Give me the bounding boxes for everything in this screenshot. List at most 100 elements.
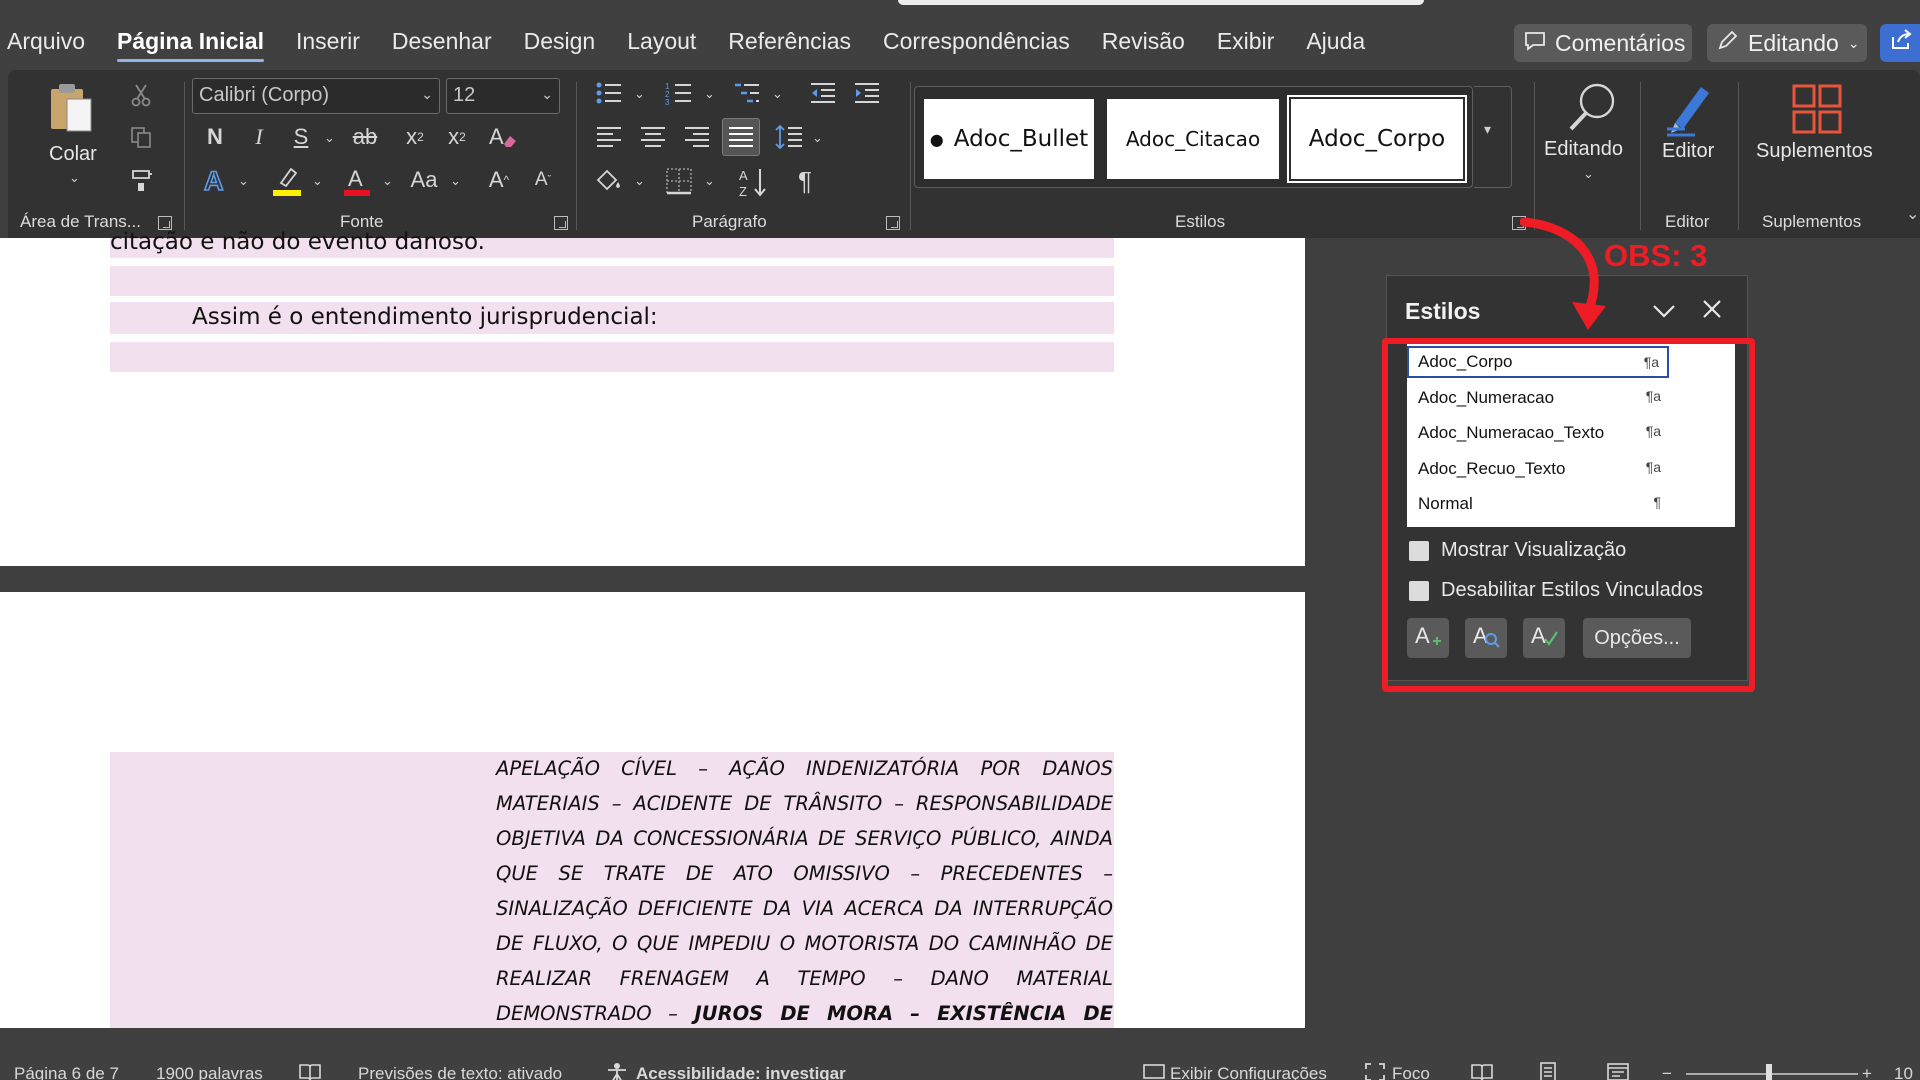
share-button[interactable] (1880, 24, 1920, 62)
tab-exibir[interactable]: Exibir (1201, 24, 1291, 64)
tab-arquivo[interactable]: Arquivo (0, 24, 101, 64)
style-card-adoc-bullet[interactable]: ● Adoc_Bullet (924, 99, 1094, 179)
zoom-out-button[interactable]: − (1662, 1064, 1672, 1080)
tab-inserir[interactable]: Inserir (280, 24, 376, 64)
tab-design[interactable]: Design (508, 24, 612, 64)
tab-ajuda[interactable]: Ajuda (1290, 24, 1381, 64)
line-spacing-dropdown-icon[interactable]: ⌄ (812, 130, 823, 146)
focus-mode[interactable]: Foco (1392, 1064, 1430, 1080)
editing-mode-button[interactable]: Editando ⌄ (1707, 24, 1867, 62)
align-left-icon[interactable] (592, 122, 626, 152)
grow-font-icon[interactable]: A ^ (482, 164, 516, 196)
font-launcher-icon[interactable] (554, 216, 568, 230)
justify-icon[interactable] (722, 118, 760, 156)
font-color-dropdown-icon[interactable]: ⌄ (382, 173, 393, 189)
tab-revisao[interactable]: Revisão (1086, 24, 1201, 64)
clipboard-launcher-icon[interactable] (158, 216, 172, 230)
bullets-dropdown-icon[interactable]: ⌄ (634, 86, 645, 102)
bullets-icon[interactable] (592, 78, 626, 108)
borders-dropdown-icon[interactable]: ⌄ (704, 173, 715, 189)
styles-more-button[interactable]: ▾ (1474, 86, 1512, 188)
tab-desenhar[interactable]: Desenhar (376, 24, 508, 64)
copy-icon[interactable] (128, 124, 154, 150)
multilevel-dropdown-icon[interactable]: ⌄ (772, 86, 783, 102)
italic-icon[interactable]: I (244, 122, 274, 152)
editing-search-icon[interactable] (1564, 80, 1620, 134)
numbering-dropdown-icon[interactable]: ⌄ (704, 86, 715, 102)
read-aloud-icon[interactable] (298, 1062, 322, 1080)
pane-options-chevron-icon[interactable] (1651, 300, 1677, 325)
comments-button[interactable]: Comentários (1514, 24, 1692, 62)
decrease-indent-icon[interactable] (806, 78, 840, 108)
style-card-adoc-corpo[interactable]: Adoc_Corpo (1287, 95, 1467, 183)
zoom-level[interactable]: 10 (1894, 1064, 1913, 1080)
comments-label: Comentários (1555, 29, 1686, 56)
align-center-icon[interactable] (636, 122, 670, 152)
close-icon[interactable] (1701, 298, 1723, 325)
editor-pen-icon[interactable] (1660, 82, 1720, 138)
editing-label[interactable]: Editando (1544, 138, 1623, 161)
multilevel-list-icon[interactable] (730, 78, 764, 108)
zoom-slider[interactable] (1686, 1073, 1858, 1075)
addins-icon[interactable] (1790, 82, 1844, 136)
focus-icon[interactable] (1364, 1062, 1386, 1080)
shrink-font-icon[interactable]: Aˇ (526, 164, 560, 196)
text-effects-icon[interactable]: A (200, 164, 230, 196)
numbering-icon[interactable]: 123 (662, 78, 696, 108)
display-settings-icon[interactable] (1142, 1062, 1166, 1080)
cut-icon[interactable] (128, 82, 154, 108)
editor-label[interactable]: Editor (1662, 140, 1714, 163)
word-count[interactable]: 1900 palavras (156, 1064, 263, 1080)
align-right-icon[interactable] (680, 122, 714, 152)
page-count[interactable]: Página 6 de 7 (14, 1064, 119, 1080)
tab-pagina-inicial[interactable]: Página Inicial (101, 24, 280, 64)
change-case-dropdown-icon[interactable]: ⌄ (450, 173, 461, 189)
paste-icon[interactable] (46, 80, 96, 136)
strikethrough-icon[interactable]: ab (348, 122, 382, 152)
paste-label[interactable]: Colar (49, 143, 97, 166)
sort-icon[interactable]: AZ (736, 164, 772, 200)
tab-correspondencias[interactable]: Correspondências (867, 24, 1086, 64)
ribbon-collapse-icon[interactable]: ⌄ (1906, 204, 1919, 224)
search-box-edge[interactable] (898, 0, 1424, 5)
show-formatting-marks-icon[interactable]: ¶ (788, 164, 822, 198)
borders-icon[interactable] (662, 164, 696, 198)
paragraph-launcher-icon[interactable] (886, 216, 900, 230)
zoom-slider-thumb[interactable] (1766, 1064, 1772, 1080)
bold-icon[interactable]: N (200, 122, 230, 152)
display-settings[interactable]: Exibir Configurações (1170, 1064, 1327, 1080)
tab-referencias[interactable]: Referências (712, 24, 867, 64)
text-predictions-status[interactable]: Previsões de texto: ativado (358, 1064, 562, 1080)
font-size-combo[interactable]: 12 ⌄ (446, 78, 560, 114)
line-spacing-icon[interactable] (772, 122, 806, 152)
font-name-combo[interactable]: Calibri (Corpo) ⌄ (192, 78, 440, 114)
increase-indent-icon[interactable] (850, 78, 884, 108)
style-card-adoc-citacao[interactable]: Adoc_Citacao (1107, 99, 1279, 179)
zoom-in-button[interactable]: + (1862, 1064, 1872, 1080)
font-color-icon[interactable]: A (340, 164, 374, 198)
clear-formatting-icon[interactable]: A (486, 120, 520, 154)
superscript-icon[interactable]: x2 (442, 122, 472, 152)
change-case-icon[interactable]: Aa (406, 164, 442, 196)
web-layout-icon[interactable] (1606, 1062, 1630, 1080)
underline-dropdown-icon[interactable]: ⌄ (324, 130, 335, 146)
highlight-color-icon[interactable] (270, 164, 304, 198)
shading-dropdown-icon[interactable]: ⌄ (634, 173, 645, 189)
shading-icon[interactable] (592, 164, 626, 198)
editing-dropdown-icon[interactable]: ⌄ (1583, 166, 1594, 182)
print-layout-icon[interactable] (1538, 1062, 1558, 1080)
accessibility-status[interactable]: Acessibilidade: investigar (636, 1064, 846, 1080)
tab-layout[interactable]: Layout (611, 24, 712, 64)
addins-label[interactable]: Suplementos (1756, 140, 1873, 163)
text-effects-dropdown-icon[interactable]: ⌄ (238, 173, 249, 189)
highlight-dropdown-icon[interactable]: ⌄ (312, 173, 323, 189)
underline-icon[interactable]: S (286, 122, 316, 152)
quote-line: SINALIZAÇÃO DEFICIENTE DA VIA ACERCA DA … (496, 897, 1113, 920)
paste-dropdown-icon[interactable]: ⌄ (69, 170, 80, 186)
format-painter-icon[interactable] (128, 166, 156, 194)
document-page-6[interactable]: citação e não do evento danoso. Assim é … (0, 229, 1305, 566)
read-mode-icon[interactable] (1470, 1062, 1494, 1080)
document-page-7[interactable]: APELAÇÃO CÍVEL – AÇÃO INDENIZATÓRIA POR … (0, 592, 1305, 1028)
accessibility-icon[interactable] (606, 1062, 628, 1080)
subscript-icon[interactable]: x2 (400, 122, 430, 152)
